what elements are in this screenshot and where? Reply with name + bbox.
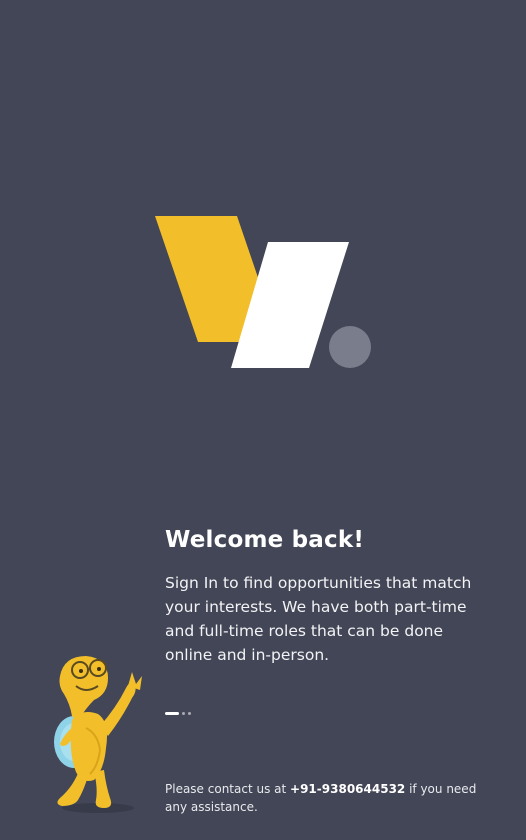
welcome-title: Welcome back! xyxy=(165,527,365,553)
carousel-dot-1[interactable] xyxy=(165,712,179,715)
carousel-indicator xyxy=(165,712,191,715)
logo-dot-shape xyxy=(329,326,371,368)
turtle-mascot-icon xyxy=(54,656,142,813)
welcome-section: Welcome back! Sign In to find opportunit… xyxy=(165,524,495,667)
welcome-description: Sign In to find opportunities that match… xyxy=(165,574,472,664)
contact-prefix: Please contact us at xyxy=(165,782,291,796)
carousel-dot-2[interactable] xyxy=(182,712,185,715)
contact-footer: Please contact us at +91-9380644532 if y… xyxy=(165,780,495,816)
brand-logo-icon xyxy=(155,216,371,368)
contact-phone[interactable]: +91-9380644532 xyxy=(290,782,405,796)
carousel-dot-3[interactable] xyxy=(188,712,191,715)
